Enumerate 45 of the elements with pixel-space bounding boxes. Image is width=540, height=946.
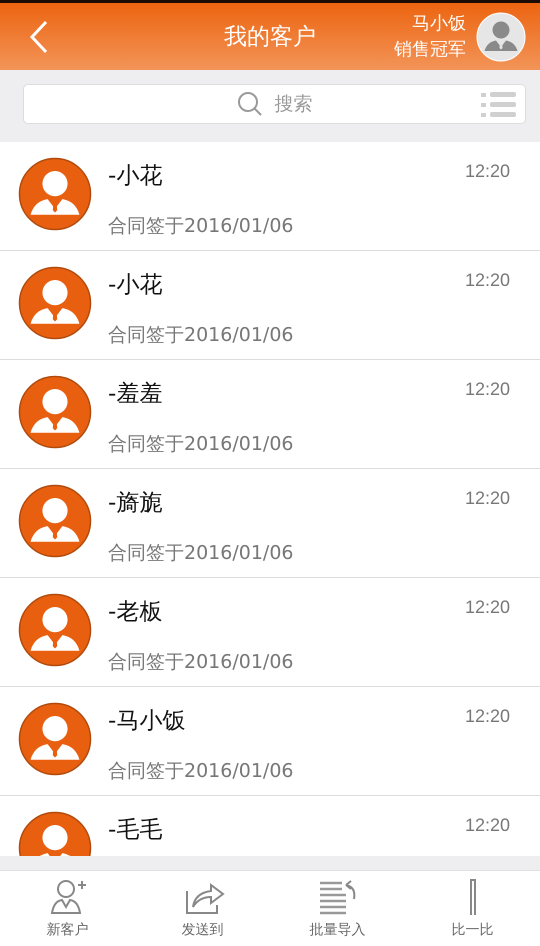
user-name: 马小饭 [412, 12, 466, 36]
contract-date: 合同签于2016/01/06 [108, 541, 294, 566]
avatar-icon [18, 266, 92, 340]
time-label: 12:20 [464, 488, 510, 509]
tab-button[interactable]: 比一比 [405, 871, 540, 946]
search-icon [236, 91, 262, 117]
time-label: 12:20 [464, 270, 510, 291]
contract-date: 合同签于2016/01/06 [108, 432, 294, 457]
customer-name: -小花 [108, 162, 164, 191]
customer-name: -老板 [108, 598, 164, 627]
tab-button[interactable]: 批量导入 [270, 871, 405, 946]
avatar-icon [18, 702, 92, 776]
tab-button[interactable]: 发送到 [135, 871, 270, 946]
time-label: 12:20 [464, 706, 510, 727]
avatar-icon[interactable] [476, 12, 526, 62]
customer-item[interactable]: -马小饭 合同签于2016/01/06 12:20 [0, 687, 540, 796]
customer-item[interactable]: -羞羞 合同签于2016/01/06 12:20 [0, 360, 540, 469]
customer-name: -羞羞 [108, 380, 164, 409]
avatar-icon [18, 375, 92, 449]
contract-date: 合同签于2016/01/06 [108, 650, 294, 675]
list-icon[interactable] [481, 92, 517, 118]
search-placeholder: 搜索 [274, 92, 312, 117]
compare-icon [468, 879, 476, 915]
tab-button[interactable]: 新客户 [0, 871, 135, 946]
page-title: 我的客户 [224, 23, 316, 52]
time-label: 12:20 [464, 815, 510, 836]
time-label: 12:20 [464, 597, 510, 618]
customer-name: -旖旎 [108, 489, 164, 518]
avatar-icon [18, 157, 92, 231]
customer-name: -毛毛 [108, 816, 162, 845]
avatar-icon [18, 593, 92, 667]
contract-date: 合同签于2016/01/06 [108, 323, 294, 348]
time-label: 12:20 [464, 161, 510, 182]
user-title: 销售冠军 [394, 38, 466, 62]
customer-name: -马小饭 [108, 707, 186, 736]
customer-name: -小花 [108, 271, 164, 300]
customer-item[interactable]: -小花 合同签于2016/01/06 12:20 [0, 251, 540, 360]
time-label: 12:20 [464, 379, 510, 400]
avatar-icon [18, 484, 92, 558]
customer-item[interactable]: -老板 合同签于2016/01/06 12:20 [0, 578, 540, 687]
customer-item[interactable]: -小花 合同签于2016/01/06 12:20 [0, 142, 540, 251]
contract-date: 合同签于2016/01/06 [108, 759, 294, 784]
customer-item[interactable]: -旖旎 合同签于2016/01/06 12:20 [0, 469, 540, 578]
contract-date: 合同签于2016/01/06 [108, 214, 294, 239]
back-icon[interactable] [28, 20, 50, 54]
